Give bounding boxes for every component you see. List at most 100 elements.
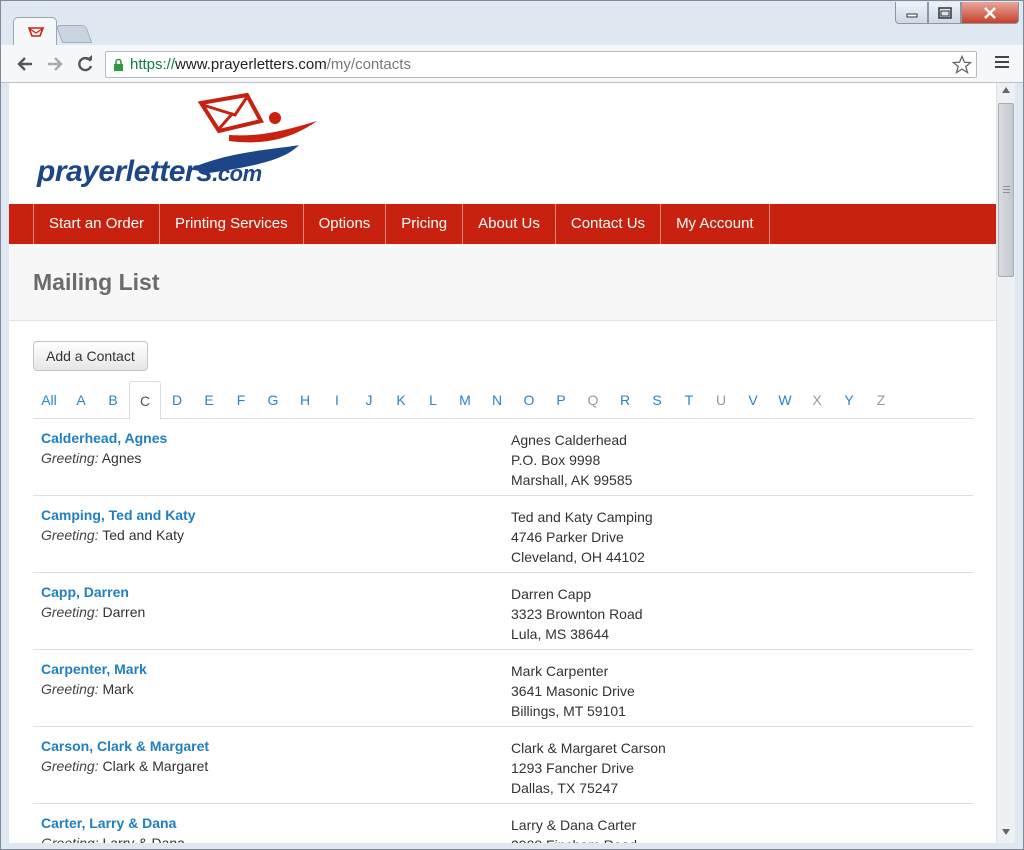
contact-address: Darren Capp 3323 Brownton Road Lula, MS 38… bbox=[511, 584, 643, 644]
letter-tab-f[interactable]: F bbox=[225, 381, 257, 419]
address-line: Billings, MT 59101 bbox=[511, 703, 626, 719]
browser-tab[interactable] bbox=[13, 17, 57, 45]
address-line: Agnes Calderhead bbox=[511, 432, 627, 448]
greeting-value: Darren bbox=[102, 604, 146, 620]
letter-tab-m[interactable]: M bbox=[449, 381, 481, 419]
contact-row: Carpenter, Mark Greeting: Mark Mark Carpen… bbox=[33, 650, 973, 727]
browser-toolbar: https://www.prayerletters.com/my/contact… bbox=[1, 45, 1023, 83]
address-line: Lula, MS 38644 bbox=[511, 626, 610, 642]
letter-tab-o[interactable]: O bbox=[513, 381, 545, 419]
greeting-label: Greeting: bbox=[41, 527, 99, 543]
contact-row: Carter, Larry & Dana Greeting: Larry & Da… bbox=[33, 804, 973, 843]
nav-item-printing-services[interactable]: Printing Services bbox=[159, 204, 303, 244]
letter-tab-t[interactable]: T bbox=[673, 381, 705, 419]
back-button[interactable] bbox=[13, 52, 37, 76]
letter-tab-b[interactable]: B bbox=[97, 381, 129, 419]
letter-tab-e[interactable]: E bbox=[193, 381, 225, 419]
greeting-value: Agnes bbox=[101, 450, 142, 466]
contact-name-link[interactable]: Carter, Larry & Dana bbox=[41, 815, 176, 831]
nav-item-options[interactable]: Options bbox=[302, 204, 386, 244]
letter-tab-r[interactable]: R bbox=[609, 381, 641, 419]
contact-address: Mark Carpenter 3641 Masonic Drive Billings… bbox=[511, 661, 635, 721]
address-line: Marshall, AK 99585 bbox=[511, 472, 633, 488]
address-line: 3323 Brownton Road bbox=[511, 606, 643, 622]
letter-tab-h[interactable]: H bbox=[289, 381, 321, 419]
nav-item-contact-us[interactable]: Contact Us bbox=[554, 204, 660, 244]
address-bar[interactable]: https://www.prayerletters.com/my/contact… bbox=[105, 51, 977, 78]
address-line: Clark & Margaret Carson bbox=[511, 740, 666, 756]
scroll-down-icon[interactable] bbox=[1002, 829, 1010, 835]
letter-tab-c[interactable]: C bbox=[129, 381, 161, 420]
address-line: Mark Carpenter bbox=[511, 663, 609, 679]
contact-greeting: Greeting: Darren bbox=[41, 604, 145, 620]
nav-item-start-an-order[interactable]: Start an Order bbox=[33, 204, 159, 244]
nav-item-pricing[interactable]: Pricing bbox=[385, 204, 462, 244]
address-line: 2988 Fincham Road bbox=[511, 835, 637, 843]
title-bar bbox=[1, 1, 1023, 45]
greeting-label: Greeting: bbox=[41, 681, 99, 697]
letter-tab-x: X bbox=[812, 392, 822, 408]
bookmark-star-icon[interactable] bbox=[952, 55, 972, 75]
add-contact-button[interactable]: Add a Contact bbox=[33, 341, 148, 371]
letter-tab-n[interactable]: N bbox=[481, 381, 513, 419]
greeting-label: Greeting: bbox=[41, 835, 99, 843]
logo-wordmark: prayerletters bbox=[37, 155, 213, 188]
contact-address: Agnes Calderhead P.O. Box 9998 Marshall, A… bbox=[511, 430, 632, 490]
address-line: Ted and Katy Camping bbox=[511, 509, 653, 525]
contact-name-link[interactable]: Carson, Clark & Margaret bbox=[41, 738, 209, 754]
letter-tab-a[interactable]: A bbox=[65, 381, 97, 419]
new-tab-button[interactable] bbox=[55, 25, 93, 43]
letter-tab-s[interactable]: S bbox=[641, 381, 673, 419]
contact-greeting: Greeting: Agnes bbox=[41, 450, 141, 466]
nav-item-my-account[interactable]: My Account bbox=[660, 204, 770, 244]
letter-filter-tabs: All A B C D E F G H I J K L M N O P Q R S T U V W X Y Z bbox=[33, 381, 973, 420]
scrollbar-thumb[interactable] bbox=[998, 103, 1014, 277]
letter-tab-w[interactable]: W bbox=[769, 381, 801, 419]
greeting-label: Greeting: bbox=[41, 758, 99, 774]
lock-icon bbox=[114, 58, 123, 71]
letter-tab-all[interactable]: All bbox=[33, 381, 65, 419]
letter-tab-g[interactable]: G bbox=[257, 381, 289, 419]
contact-name-link[interactable]: Camping, Ted and Katy bbox=[41, 507, 196, 523]
contact-name-link[interactable]: Calderhead, Agnes bbox=[41, 430, 167, 446]
url-scheme: https:// bbox=[130, 56, 176, 73]
close-window-button[interactable] bbox=[961, 2, 1019, 24]
url-host: www.prayerletters.com bbox=[175, 56, 327, 73]
site-logo[interactable]: prayerletters.com bbox=[37, 155, 262, 189]
forward-button[interactable] bbox=[43, 52, 67, 76]
scroll-up-icon[interactable] bbox=[1002, 87, 1010, 93]
letter-tab-y[interactable]: Y bbox=[833, 381, 865, 419]
letter-tab-v[interactable]: V bbox=[737, 381, 769, 419]
minimize-icon bbox=[906, 13, 917, 17]
letter-tab-j[interactable]: J bbox=[353, 381, 385, 419]
url-path: /my/contacts bbox=[326, 56, 411, 73]
letter-tab-d[interactable]: D bbox=[161, 381, 193, 419]
contact-name-link[interactable]: Carpenter, Mark bbox=[41, 661, 147, 677]
contact-row: Camping, Ted and Katy Greeting: Ted and K… bbox=[33, 496, 973, 573]
letter-tab-k[interactable]: K bbox=[385, 381, 417, 419]
contact-row: Calderhead, Agnes Greeting: Agnes Agnes Ca… bbox=[33, 419, 973, 496]
address-line: Dallas, TX 75247 bbox=[511, 780, 619, 796]
contact-row: Carson, Clark & Margaret Greeting: Clark … bbox=[33, 727, 973, 804]
letter-tab-p[interactable]: P bbox=[545, 381, 577, 419]
prayerletters-favicon-icon bbox=[28, 27, 44, 37]
greeting-label: Greeting: bbox=[41, 450, 99, 466]
address-line: Cleveland, OH 44102 bbox=[511, 549, 645, 565]
letter-tab-i[interactable]: I bbox=[321, 381, 353, 419]
contact-greeting: Greeting: Ted and Katy bbox=[41, 527, 184, 543]
letter-tab-q: Q bbox=[587, 392, 599, 408]
contact-address: Clark & Margaret Carson 1293 Fancher Driv… bbox=[511, 738, 666, 798]
letter-tab-l[interactable]: L bbox=[417, 381, 449, 419]
minimize-button[interactable] bbox=[895, 2, 928, 24]
close-icon bbox=[984, 6, 996, 19]
contact-address: Larry & Dana Carter 2988 Fincham Road bbox=[511, 815, 637, 843]
page-title: Mailing List bbox=[33, 269, 160, 295]
browser-menu-button[interactable] bbox=[995, 56, 1009, 70]
vertical-scrollbar[interactable] bbox=[996, 83, 1015, 843]
reload-button[interactable] bbox=[73, 52, 97, 76]
nav-item-about-us[interactable]: About Us bbox=[462, 204, 555, 244]
contact-address: Ted and Katy Camping 4746 Parker Drive Cle… bbox=[511, 507, 653, 567]
site-header: prayerletters.com bbox=[9, 83, 996, 203]
maximize-button[interactable] bbox=[928, 2, 961, 24]
contact-name-link[interactable]: Capp, Darren bbox=[41, 584, 129, 600]
